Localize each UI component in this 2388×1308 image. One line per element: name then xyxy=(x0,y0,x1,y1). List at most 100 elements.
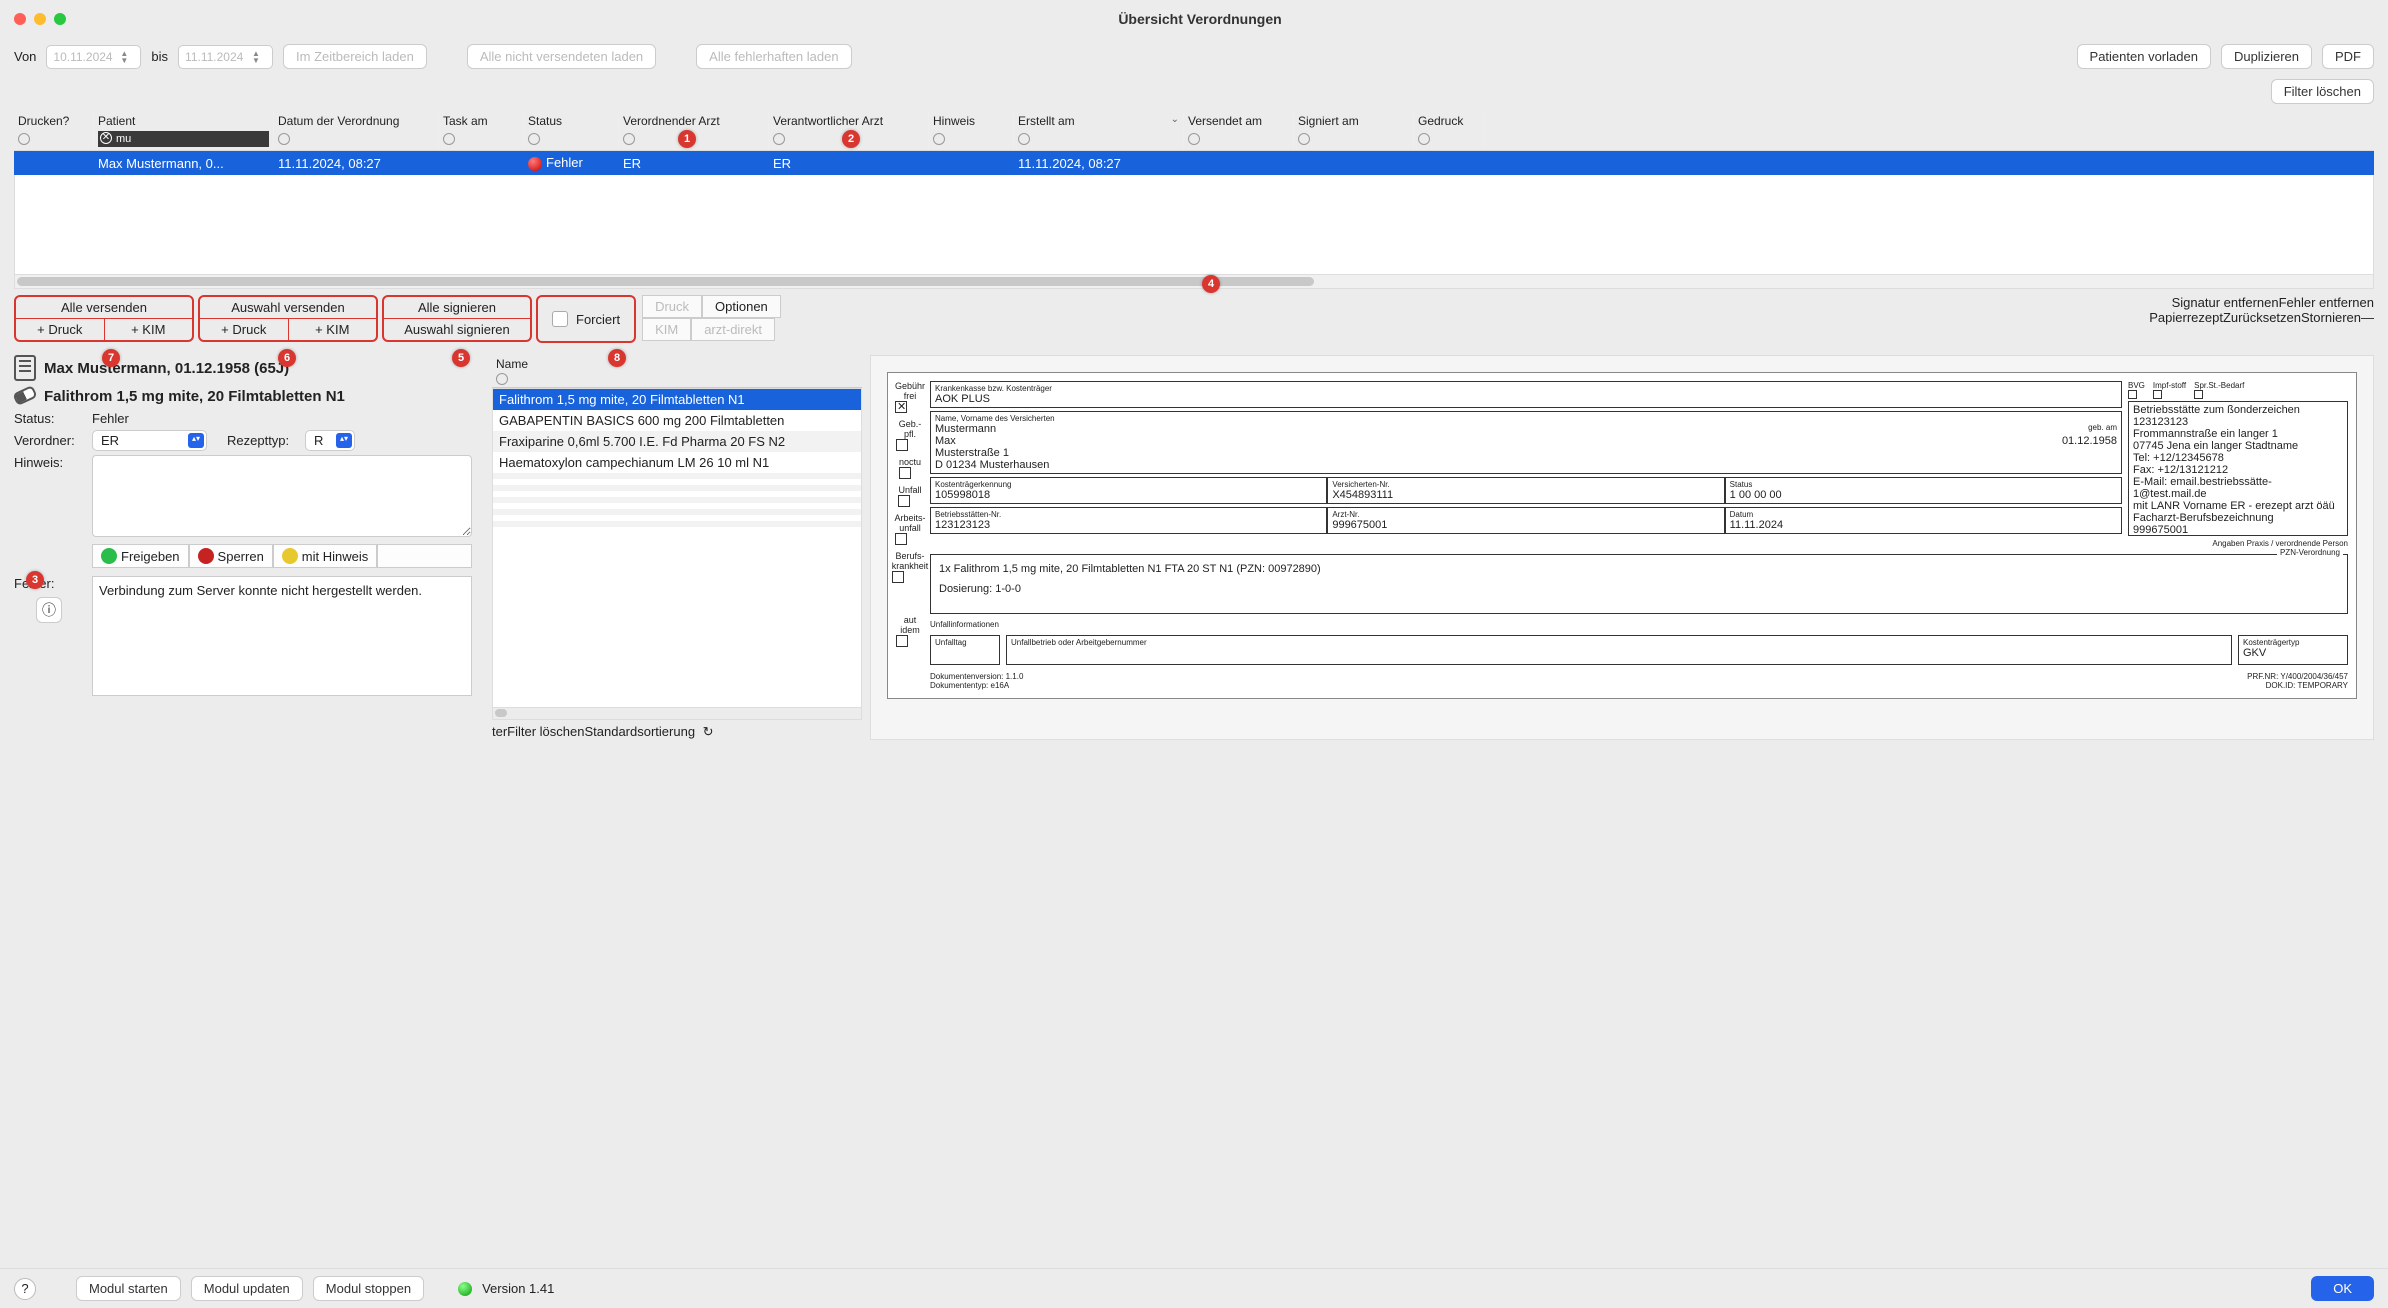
sort-radio[interactable] xyxy=(773,133,785,145)
module-update-button[interactable]: Modul updaten xyxy=(191,1276,303,1301)
send-all-kim-button[interactable]: + KIM xyxy=(105,319,193,340)
send-selection-button[interactable]: Auswahl versenden xyxy=(200,297,376,319)
list-item[interactable]: Fraxiparine 0,6ml 5.700 I.E. Fd Pharma 2… xyxy=(493,431,861,452)
load-unsent-button[interactable]: Alle nicht versendeten laden xyxy=(467,44,656,69)
patient-filter-input[interactable] xyxy=(98,131,269,147)
sort-radio[interactable] xyxy=(623,133,635,145)
remove-error-button[interactable]: Fehler entfernen xyxy=(2279,295,2374,310)
clear-filter-button[interactable]: Filter löschen xyxy=(2271,79,2374,104)
preload-patients-button[interactable]: Patienten vorladen xyxy=(2077,44,2211,69)
sort-radio[interactable] xyxy=(1018,133,1030,145)
help-button[interactable]: ? xyxy=(14,1278,36,1300)
name-list-scrollbar[interactable] xyxy=(492,708,862,720)
col-created[interactable]: Erstellt am xyxy=(1018,114,1179,128)
rx-kk: AOK PLUS xyxy=(935,393,990,405)
minus-button[interactable]: — xyxy=(2361,310,2374,325)
sort-radio[interactable] xyxy=(496,373,508,385)
rx-type-label: Rezepttyp: xyxy=(227,433,297,448)
col-note[interactable]: Hinweis xyxy=(933,114,1009,128)
paper-rx-button[interactable]: Papierrezept xyxy=(2149,310,2223,325)
list-item[interactable]: Falithrom 1,5 mg mite, 20 Filmtabletten … xyxy=(493,389,861,410)
send-all-button[interactable]: Alle versenden xyxy=(16,297,192,319)
callout-7: 7 xyxy=(102,349,120,367)
stepper-icon[interactable]: ▲▼ xyxy=(252,50,266,64)
from-date-input[interactable]: 10.11.2024 ▲▼ xyxy=(46,45,141,69)
sort-radio[interactable] xyxy=(278,133,290,145)
with-note-button[interactable]: mit Hinweis xyxy=(273,544,377,568)
practice-address: Betriebsstätte zum ßonderzeichen 1231231… xyxy=(2128,401,2348,536)
reset-button[interactable]: Zurücksetzen xyxy=(2223,310,2301,325)
col-task[interactable]: Task am xyxy=(443,114,519,128)
note-textarea[interactable] xyxy=(92,455,472,537)
col-prescriber[interactable]: Verordnender Arzt xyxy=(623,114,764,128)
options-button[interactable]: Optionen xyxy=(702,295,781,318)
version-label: Version 1.41 xyxy=(482,1281,554,1296)
nl-clear-filter-button[interactable]: Filter löschen xyxy=(507,724,584,740)
load-range-button[interactable]: Im Zeitbereich laden xyxy=(283,44,427,69)
load-errors-button[interactable]: Alle fehlerhaften laden xyxy=(696,44,851,69)
col-print[interactable]: Drucken? xyxy=(18,114,89,128)
error-text: Verbindung zum Server konnte nicht herge… xyxy=(92,576,472,696)
col-signed[interactable]: Signiert am xyxy=(1298,114,1409,128)
scrollbar-thumb[interactable] xyxy=(495,709,507,717)
medication-title: Falithrom 1,5 mg mite, 20 Filmtabletten … xyxy=(44,388,345,405)
list-item[interactable]: Haematoxylon campechianum LM 26 10 ml N1 xyxy=(493,452,861,473)
col-rx-date[interactable]: Datum der Verordnung xyxy=(278,114,434,128)
block-button[interactable]: Sperren xyxy=(189,544,273,568)
kim-button[interactable]: KIM xyxy=(642,318,691,341)
prescriber-select[interactable]: ER▴▾ xyxy=(92,430,207,451)
scrollbar-thumb[interactable] xyxy=(17,277,1314,286)
module-stop-button[interactable]: Modul stoppen xyxy=(313,1276,424,1301)
rx-type-select[interactable]: R▴▾ xyxy=(305,430,355,451)
send-sel-kim-button[interactable]: + KIM xyxy=(289,319,377,340)
berufskrankheit-checkbox xyxy=(892,571,904,583)
send-all-print-button[interactable]: + Druck xyxy=(16,319,105,340)
sort-radio[interactable] xyxy=(1298,133,1310,145)
check-icon xyxy=(101,548,117,564)
col-status[interactable]: Status xyxy=(528,114,614,128)
sort-radio[interactable] xyxy=(1188,133,1200,145)
col-patient[interactable]: Patient xyxy=(98,114,269,128)
note-label: Hinweis: xyxy=(14,455,84,470)
table-scrollbar[interactable] xyxy=(14,275,2374,289)
cancel-button[interactable]: Stornieren xyxy=(2301,310,2361,325)
patient-title: Max Mustermann, 01.12.1958 (65J) xyxy=(44,360,289,377)
unfall-checkbox xyxy=(898,495,910,507)
to-date-input[interactable]: 11.11.2024 ▲▼ xyxy=(178,45,273,69)
ok-button[interactable]: OK xyxy=(2311,1276,2374,1301)
refresh-button[interactable]: ↻ xyxy=(695,724,721,740)
duplicate-button[interactable]: Duplizieren xyxy=(2221,44,2312,69)
ter-button[interactable]: ter xyxy=(492,724,507,740)
sort-radio[interactable] xyxy=(1418,133,1430,145)
info-button[interactable]: ⓘ xyxy=(36,597,62,623)
sort-radio[interactable] xyxy=(18,133,30,145)
from-label: Von xyxy=(14,49,36,64)
close-window-button[interactable] xyxy=(14,13,26,25)
forced-checkbox[interactable] xyxy=(552,311,568,327)
arzt-direkt-button[interactable]: arzt-direkt xyxy=(691,318,775,341)
release-button[interactable]: Freigeben xyxy=(92,544,189,568)
send-all-group: Alle versenden + Druck + KIM xyxy=(14,295,194,342)
send-sel-print-button[interactable]: + Druck xyxy=(200,319,289,340)
col-printed[interactable]: Gedruck xyxy=(1418,114,1479,128)
table-row[interactable]: Max Mustermann, 0... 11.11.2024, 08:27 F… xyxy=(14,151,2374,175)
name-header[interactable]: Name xyxy=(496,357,858,371)
window-title: Übersicht Verordnungen xyxy=(26,11,2374,27)
module-start-button[interactable]: Modul starten xyxy=(76,1276,181,1301)
aut-idem-checkbox xyxy=(896,635,908,647)
sort-radio[interactable] xyxy=(933,133,945,145)
sort-radio[interactable] xyxy=(528,133,540,145)
sort-radio[interactable] xyxy=(443,133,455,145)
sign-all-button[interactable]: Alle signieren xyxy=(384,297,530,319)
col-responsible[interactable]: Verantwortlicher Arzt xyxy=(773,114,924,128)
print-button[interactable]: Druck xyxy=(642,295,702,318)
pdf-button[interactable]: PDF xyxy=(2322,44,2374,69)
remove-signature-button[interactable]: Signatur entfernen xyxy=(2172,295,2279,310)
list-item[interactable]: GABAPENTIN BASICS 600 mg 200 Filmtablett… xyxy=(493,410,861,431)
to-label: bis xyxy=(151,49,168,64)
col-sent[interactable]: Versendet am xyxy=(1188,114,1289,128)
sign-selection-button[interactable]: Auswahl signieren xyxy=(384,319,530,340)
stepper-icon[interactable]: ▲▼ xyxy=(120,50,134,64)
clear-filter-icon[interactable]: ✕ xyxy=(100,132,112,144)
standard-sort-button[interactable]: Standardsortierung xyxy=(584,724,695,740)
